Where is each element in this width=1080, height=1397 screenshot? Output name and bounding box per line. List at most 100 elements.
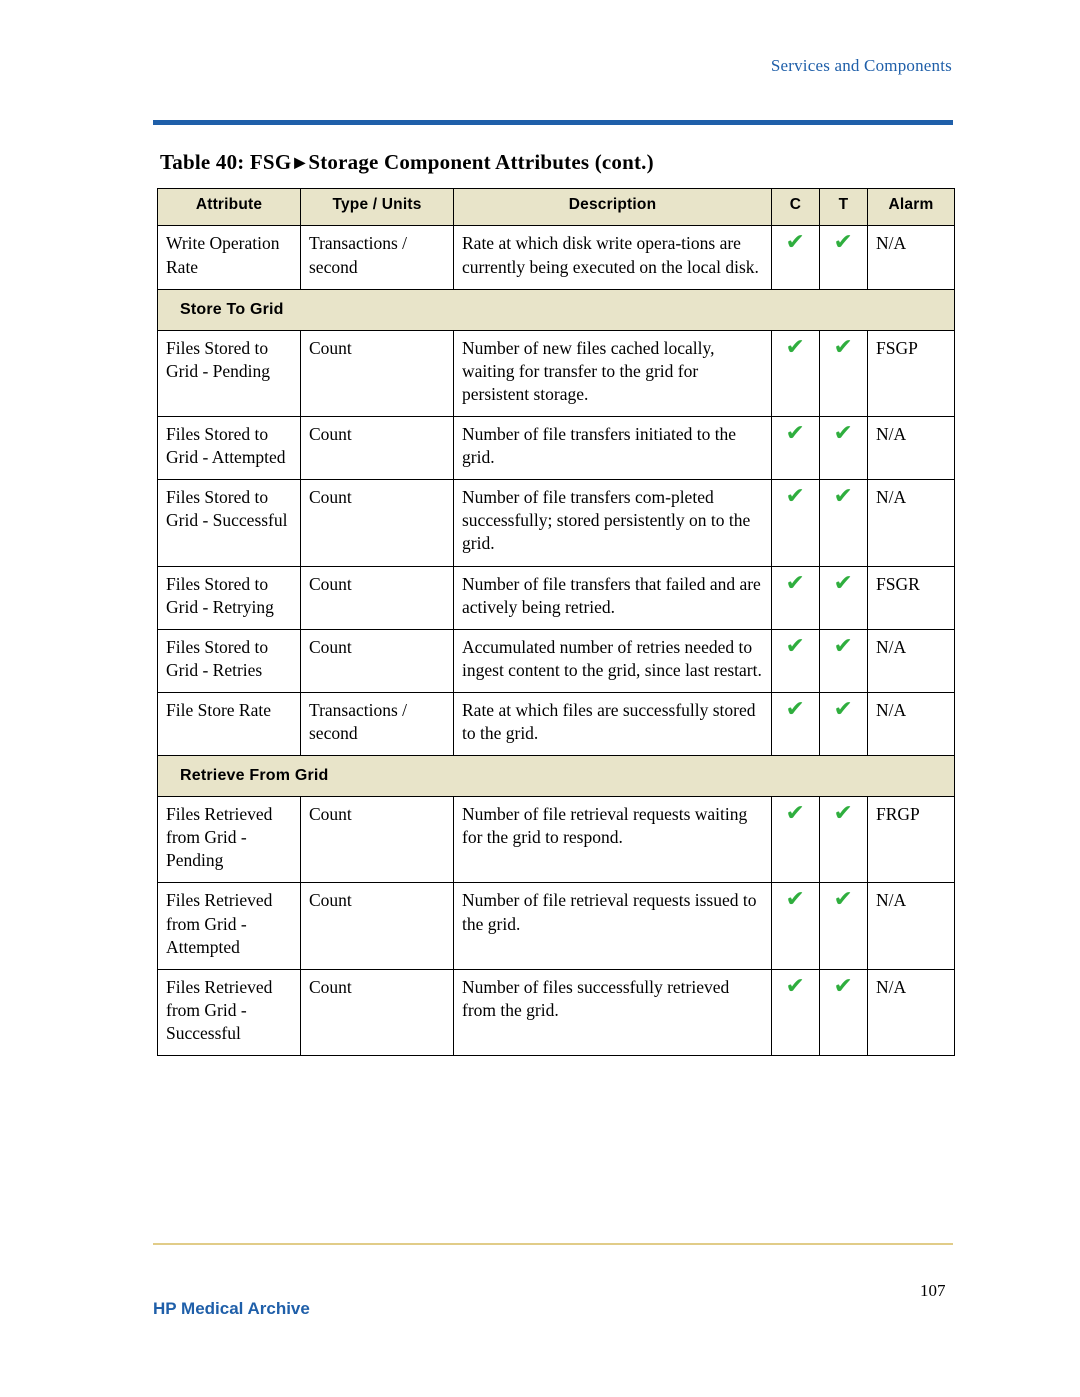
cell-attribute: Files Stored to Grid - Successful	[157, 479, 301, 567]
column-header-alarm: Alarm	[867, 187, 955, 227]
check-icon: ✔	[785, 570, 806, 596]
cell-attribute: Files Stored to Grid - Retries	[157, 628, 301, 693]
cell-description: Number of file transfers that failed and…	[453, 565, 772, 630]
cell-type-units: Count	[300, 479, 454, 567]
cell-type-units: Count	[300, 882, 454, 970]
cell-type-units: Count	[300, 968, 454, 1057]
cell-attribute: Files Retrieved from Grid - Successful	[157, 968, 301, 1057]
cell-c: ✔	[771, 691, 820, 757]
document-page: Services and Components Table 40: FSG ▶ St…	[0, 0, 1080, 1397]
cell-alarm: FRGP	[867, 796, 955, 884]
table-row: Files Stored to Grid - Successful Count Nu…	[157, 479, 955, 567]
check-icon: ✔	[833, 421, 854, 447]
check-icon: ✔	[785, 973, 806, 999]
check-icon: ✔	[785, 633, 806, 659]
cell-description: Rate at which files are successfully sto…	[453, 691, 772, 757]
check-icon: ✔	[833, 484, 854, 510]
cell-alarm: N/A	[867, 479, 955, 567]
cell-attribute: Files Retrieved from Grid - Attempted	[157, 882, 301, 970]
table-caption: Table 40: FSG ▶ Storage Component Attribut…	[160, 150, 654, 175]
table-row: Files Stored to Grid - Retrying Count Numb…	[157, 565, 955, 630]
check-icon: ✔	[833, 696, 854, 722]
cell-t: ✔	[819, 565, 868, 630]
cell-description: Rate at which disk write opera-tions are…	[453, 225, 772, 290]
cell-alarm: N/A	[867, 416, 955, 481]
section-label: Retrieve From Grid	[157, 755, 955, 798]
cell-c: ✔	[771, 225, 820, 290]
cell-c: ✔	[771, 329, 820, 418]
table-row: File Store Rate Transactions / second Rate…	[157, 691, 955, 757]
check-icon: ✔	[785, 696, 806, 722]
table-row: Files Stored to Grid - Retries Count Accum…	[157, 628, 955, 693]
cell-attribute: Write Operation Rate	[157, 225, 301, 290]
check-icon: ✔	[833, 570, 854, 596]
cell-c: ✔	[771, 565, 820, 630]
check-icon: ✔	[785, 421, 806, 447]
section-label: Store To Grid	[157, 288, 955, 331]
table-caption-prefix: Table 40: FSG	[160, 150, 292, 174]
cell-type-units: Count	[300, 796, 454, 884]
check-icon: ✔	[785, 334, 806, 360]
cell-c: ✔	[771, 882, 820, 970]
cell-c: ✔	[771, 968, 820, 1057]
column-header-type-units: Type / Units	[300, 187, 454, 227]
cell-alarm: N/A	[867, 968, 955, 1057]
cell-alarm: N/A	[867, 882, 955, 970]
table-head: Attribute Type / Units Description C T A…	[157, 187, 955, 227]
cell-t: ✔	[819, 416, 868, 481]
table-section-row: Retrieve From Grid	[157, 755, 955, 798]
cell-attribute: Files Stored to Grid - Pending	[157, 329, 301, 418]
cell-description: Number of file transfers com-pleted succ…	[453, 479, 772, 567]
table-row: Files Retrieved from Grid - Attempted Cou…	[157, 882, 955, 970]
check-icon: ✔	[833, 633, 854, 659]
cell-alarm: N/A	[867, 628, 955, 693]
table-row: Files Stored to Grid - Attempted Count Num…	[157, 416, 955, 481]
column-header-attribute: Attribute	[157, 187, 301, 227]
check-icon: ✔	[785, 801, 806, 827]
cell-t: ✔	[819, 796, 868, 884]
cell-alarm: FSGP	[867, 329, 955, 418]
table-header-row: Attribute Type / Units Description C T A…	[157, 187, 955, 227]
cell-t: ✔	[819, 225, 868, 290]
table-row: Files Stored to Grid - Pending Count Numbe…	[157, 329, 955, 418]
cell-description: Number of file retrieval requests issued…	[453, 882, 772, 970]
check-icon: ✔	[833, 230, 854, 256]
cell-t: ✔	[819, 968, 868, 1057]
footer-product-name: HP Medical Archive	[153, 1299, 310, 1318]
triangle-icon: ▶	[294, 156, 306, 171]
cell-type-units: Transactions / second	[300, 691, 454, 757]
cell-t: ✔	[819, 329, 868, 418]
check-icon: ✔	[833, 801, 854, 827]
check-icon: ✔	[785, 230, 806, 256]
cell-type-units: Count	[300, 416, 454, 481]
column-header-t: T	[819, 187, 868, 227]
header-rule	[153, 120, 953, 125]
cell-attribute: Files Stored to Grid - Attempted	[157, 416, 301, 481]
table-row: Files Retrieved from Grid - Successful Co…	[157, 968, 955, 1057]
table-row: Write Operation Rate Transactions / secon…	[157, 225, 955, 290]
check-icon: ✔	[833, 887, 854, 913]
cell-type-units: Count	[300, 565, 454, 630]
table-row: Files Retrieved from Grid - Pending Count…	[157, 796, 955, 884]
cell-c: ✔	[771, 628, 820, 693]
page-number: 107	[920, 1281, 946, 1300]
cell-attribute: Files Retrieved from Grid - Pending	[157, 796, 301, 884]
cell-description: Number of files successfully retrieved f…	[453, 968, 772, 1057]
table-caption-suffix: Storage Component Attributes (cont.)	[308, 150, 654, 174]
cell-attribute: Files Stored to Grid - Retrying	[157, 565, 301, 630]
cell-c: ✔	[771, 796, 820, 884]
check-icon: ✔	[833, 973, 854, 999]
cell-type-units: Count	[300, 628, 454, 693]
column-header-c: C	[771, 187, 820, 227]
cell-alarm: N/A	[867, 225, 955, 290]
running-head: Services and Components	[770, 56, 952, 75]
cell-description: Number of file retrieval requests waitin…	[453, 796, 772, 884]
footer-rule	[153, 1243, 953, 1245]
cell-attribute: File Store Rate	[157, 691, 301, 757]
cell-t: ✔	[819, 479, 868, 567]
check-icon: ✔	[785, 484, 806, 510]
attributes-table: Attribute Type / Units Description C T A…	[157, 187, 955, 1057]
cell-alarm: FSGR	[867, 565, 955, 630]
check-icon: ✔	[833, 334, 854, 360]
cell-description: Number of new files cached locally, wait…	[453, 329, 772, 418]
